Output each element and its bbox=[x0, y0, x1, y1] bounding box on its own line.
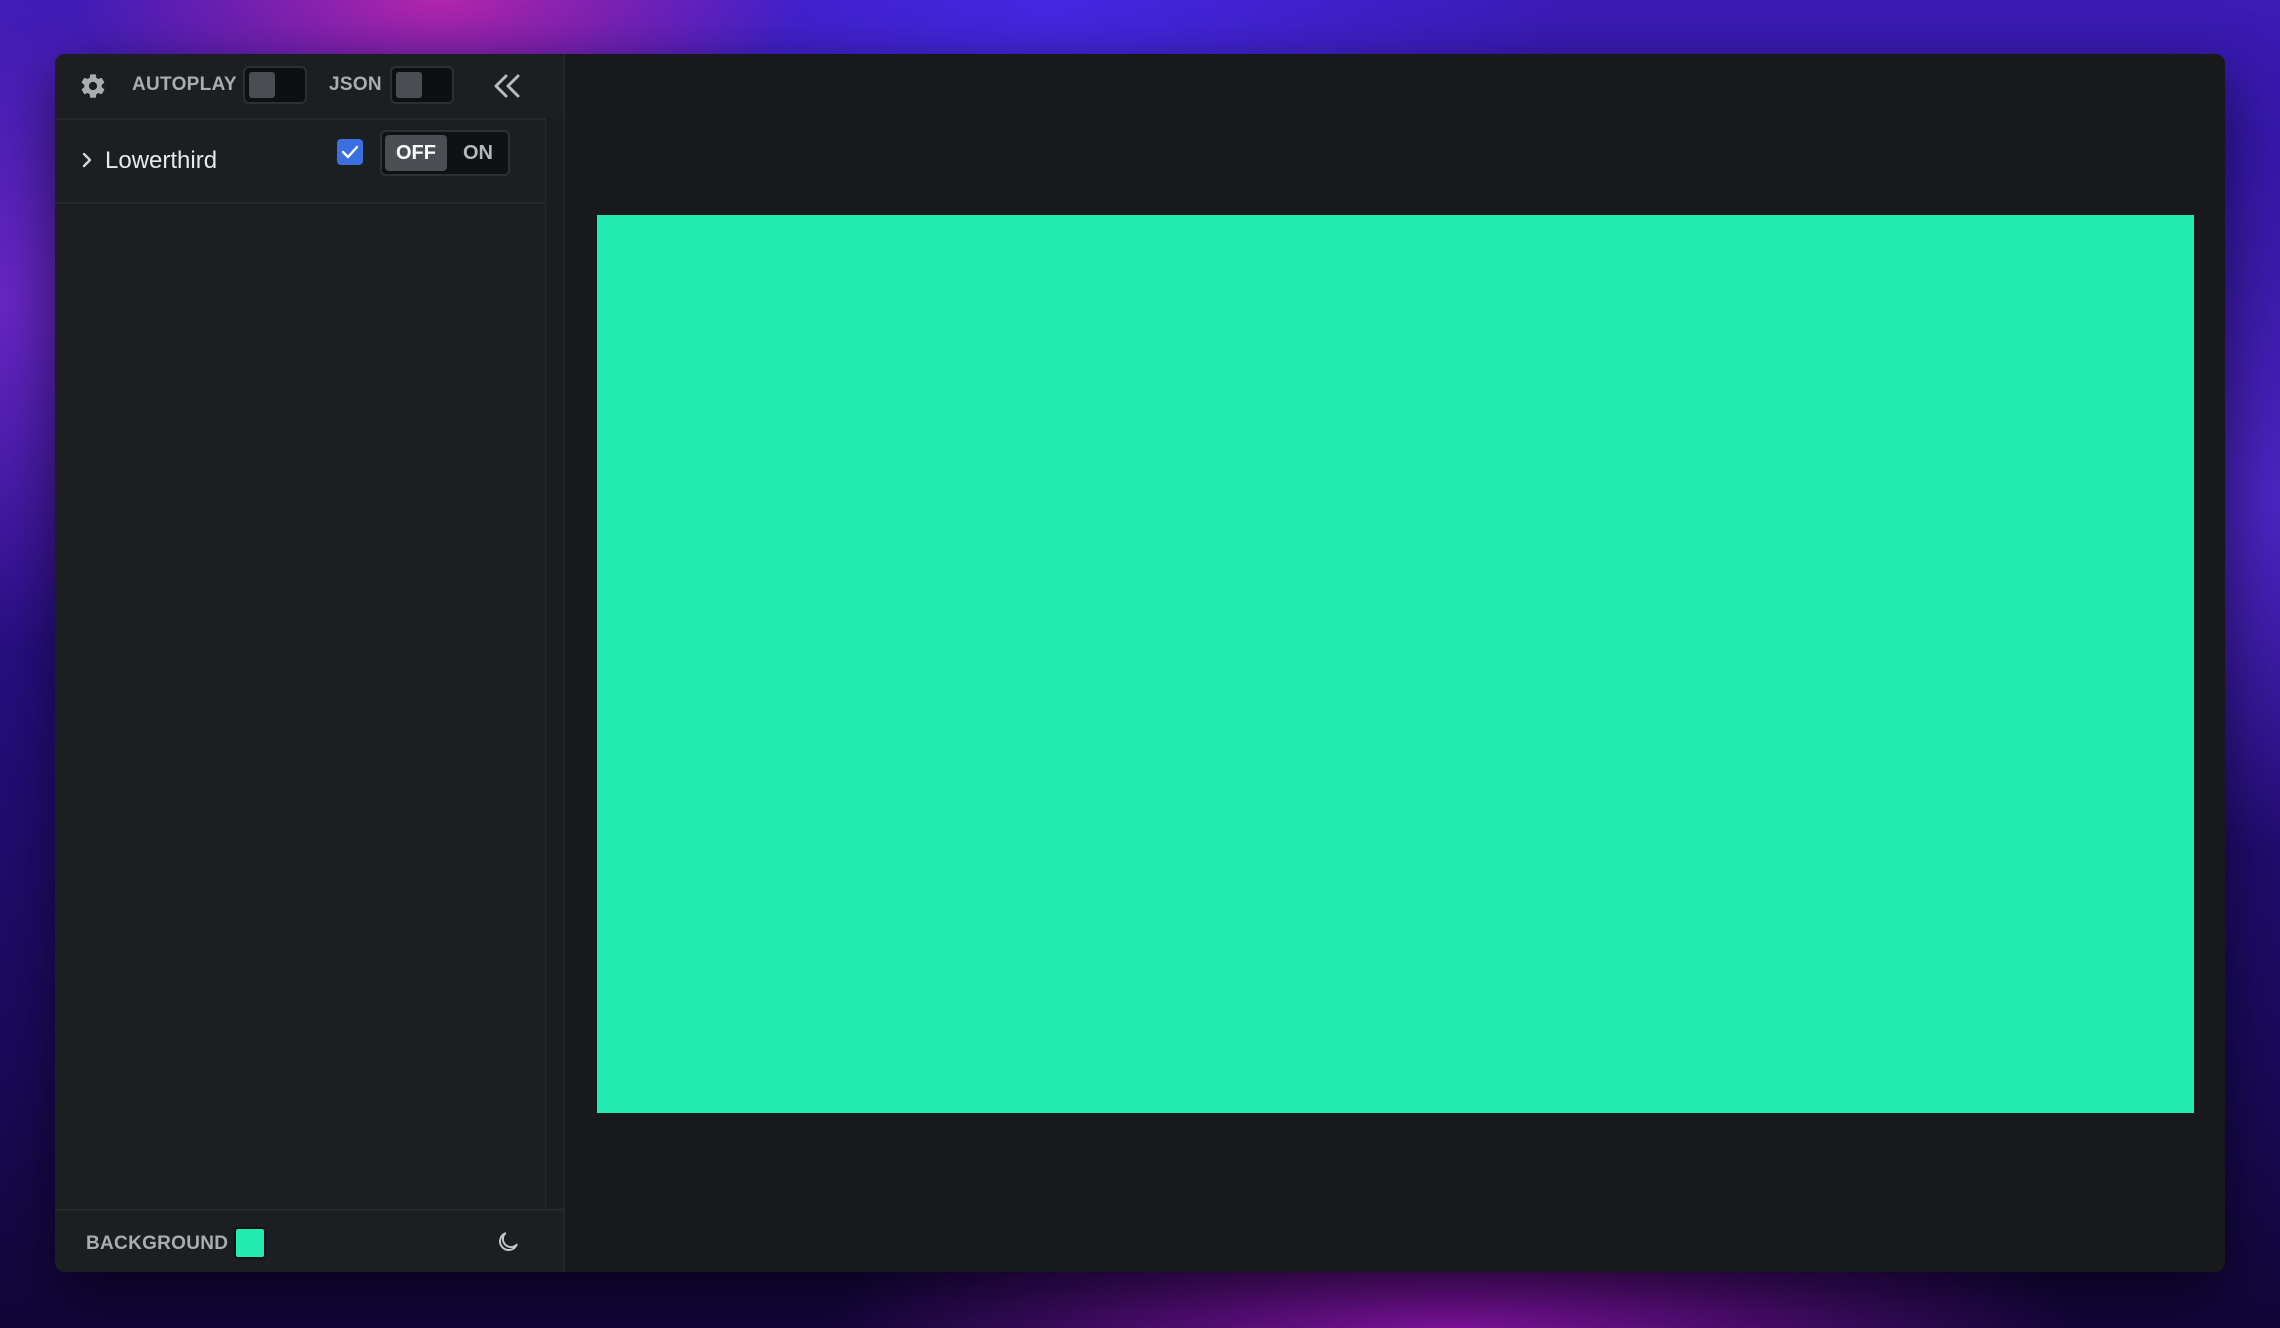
autoplay-label: AUTOPLAY bbox=[132, 74, 237, 95]
component-state-toggle: OFF ON bbox=[380, 130, 510, 176]
preview-area bbox=[565, 54, 2225, 1272]
double-chevron-left-icon[interactable] bbox=[491, 71, 523, 101]
gear-icon[interactable] bbox=[79, 72, 107, 100]
component-enabled-checkbox[interactable] bbox=[337, 139, 363, 165]
background-color-swatch[interactable] bbox=[234, 1227, 266, 1259]
json-label: JSON bbox=[329, 74, 382, 95]
autoplay-toggle-knob bbox=[249, 72, 275, 98]
component-name[interactable]: Lowerthird bbox=[105, 147, 217, 175]
app-window: AUTOPLAY JSON Lowerthird OFF ON BACKGROU… bbox=[55, 54, 2225, 1272]
background-label: BACKGROUND bbox=[86, 1233, 229, 1254]
json-toggle[interactable] bbox=[390, 66, 454, 104]
sidebar-footer: BACKGROUND bbox=[55, 1209, 563, 1272]
state-on-button[interactable]: ON bbox=[450, 135, 506, 171]
sidebar-toolbar: AUTOPLAY JSON bbox=[55, 54, 563, 120]
chevron-right-icon[interactable] bbox=[79, 149, 95, 171]
sidebar: AUTOPLAY JSON Lowerthird OFF ON BACKGROU… bbox=[55, 54, 565, 1272]
state-off-button[interactable]: OFF bbox=[385, 135, 447, 171]
moon-icon[interactable] bbox=[495, 1229, 521, 1255]
preview-stage bbox=[597, 215, 2194, 1113]
json-toggle-knob bbox=[396, 72, 422, 98]
autoplay-toggle[interactable] bbox=[243, 66, 307, 104]
sidebar-scrollbar[interactable] bbox=[545, 118, 564, 1208]
